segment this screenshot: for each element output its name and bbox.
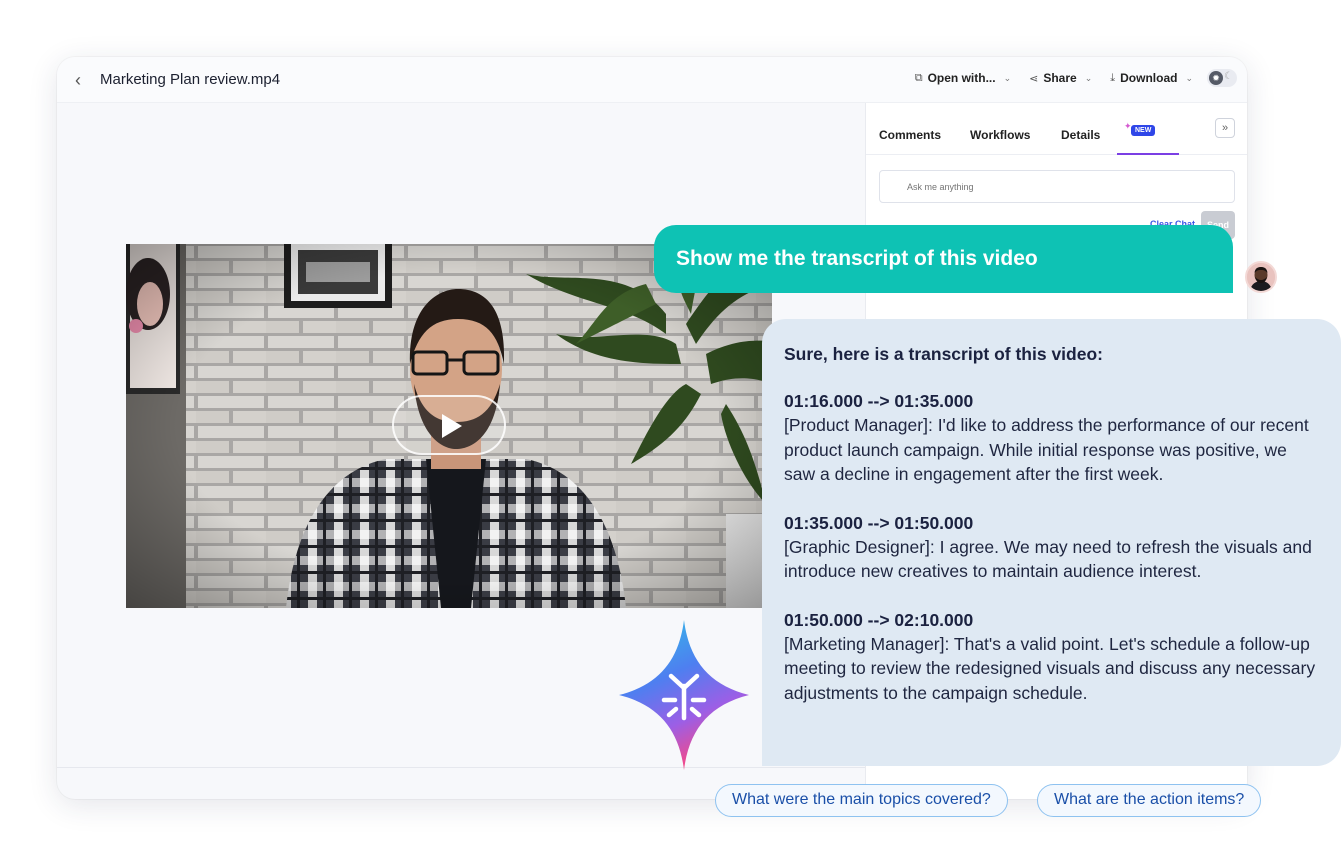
ai-intro-text: Sure, here is a transcript of this video… [784, 344, 1103, 364]
tab-ai-assistant[interactable]: ✦ NEW [1117, 121, 1179, 155]
open-with-label: Open with... [927, 71, 996, 85]
transcript-text: [Product Manager]: I'd like to address t… [784, 415, 1309, 484]
download-label: Download [1120, 71, 1178, 85]
collapse-panel-icon[interactable]: » [1215, 118, 1235, 138]
sun-icon: ✹ [1209, 71, 1223, 85]
transcript-text: [Marketing Manager]: That's a valid poin… [784, 633, 1316, 703]
suggestion-chip[interactable]: What were the main topics covered? [715, 784, 1008, 817]
download-button[interactable]: ⤓ Download ⌄ [1110, 71, 1193, 85]
file-title: Marketing Plan review.mp4 [100, 71, 281, 88]
transcript-entry: 01:50.000 --> 02:10.000 [Marketing Manag… [784, 608, 1319, 706]
moon-icon: ☾ [1224, 71, 1233, 82]
video-player[interactable] [126, 244, 772, 608]
tab-workflows[interactable]: Workflows [970, 128, 1030, 142]
suggestion-chip[interactable]: What are the action items? [1037, 784, 1262, 817]
external-link-icon: ⧉ [914, 71, 923, 84]
share-icon: ⋖ [1029, 72, 1039, 85]
chevron-down-icon: ⌄ [1185, 72, 1193, 83]
transcript-entry: 01:16.000 --> 01:35.000 [Product Manager… [784, 389, 1319, 487]
transcript-timestamp: 01:50.000 --> 02:10.000 [784, 609, 974, 630]
share-label: Share [1043, 71, 1077, 85]
chevron-down-icon: ⌄ [1084, 72, 1093, 83]
tab-details[interactable]: Details [1061, 128, 1100, 142]
ai-assistant-logo-icon [619, 620, 749, 770]
share-button[interactable]: ⋖ Share ⌄ [1029, 71, 1092, 85]
top-actions: ⧉ Open with... ⌄ ⋖ Share ⌄ ⤓ Download ⌄ … [915, 69, 1237, 87]
ai-response-bubble: Sure, here is a transcript of this video… [762, 319, 1341, 766]
transcript-text: [Graphic Designer]: I agree. We may need… [784, 536, 1312, 582]
panel-tabs: Comments Workflows Details ✦ NEW » [866, 103, 1247, 155]
chevron-down-icon: ⌄ [1003, 72, 1012, 83]
tab-comments[interactable]: Comments [879, 128, 941, 142]
back-chevron-icon[interactable]: ‹ [75, 71, 91, 89]
new-badge: NEW [1131, 125, 1156, 136]
avatar [1245, 261, 1277, 293]
top-bar: ‹ Marketing Plan review.mp4 ⧉ Open with.… [57, 57, 1247, 103]
play-button[interactable] [392, 395, 506, 455]
download-icon: ⤓ [1110, 71, 1116, 84]
user-message-bubble: Show me the transcript of this video [654, 225, 1233, 293]
theme-toggle[interactable]: ✹ ☾ [1207, 69, 1237, 87]
play-icon [442, 414, 462, 438]
transcript-entry: 01:35.000 --> 01:50.000 [Graphic Designe… [784, 511, 1319, 584]
transcript-timestamp: 01:35.000 --> 01:50.000 [784, 512, 974, 533]
ask-input[interactable] [879, 170, 1235, 203]
transcript-timestamp: 01:16.000 --> 01:35.000 [784, 391, 974, 411]
open-with-button[interactable]: ⧉ Open with... ⌄ [915, 71, 1011, 85]
user-avatar-image [1247, 263, 1275, 291]
